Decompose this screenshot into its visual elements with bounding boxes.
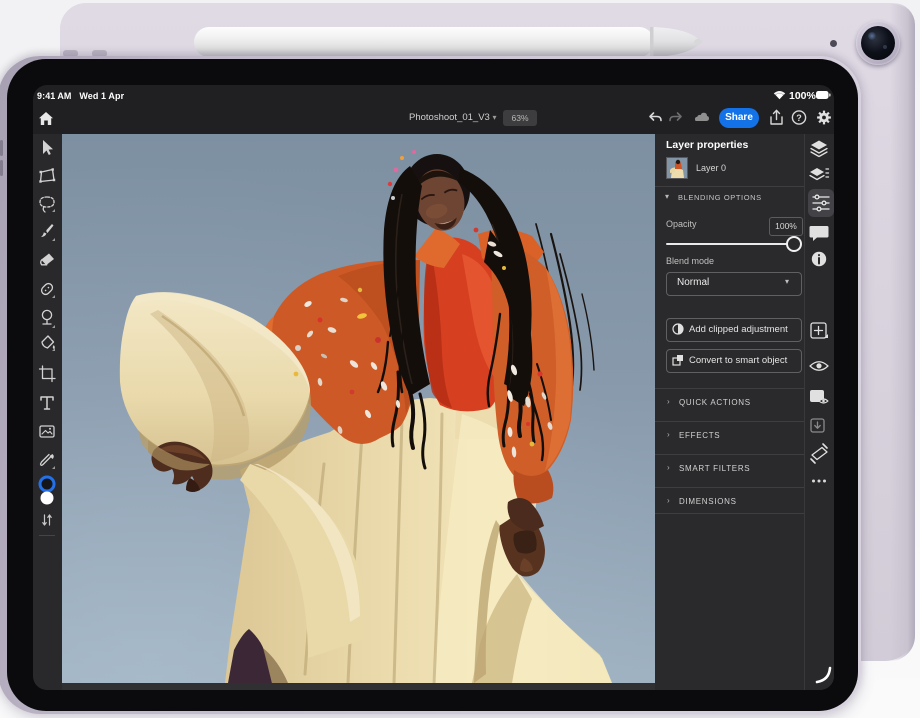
svg-text:100%: 100% (789, 90, 817, 102)
svg-text:?: ? (796, 113, 802, 123)
